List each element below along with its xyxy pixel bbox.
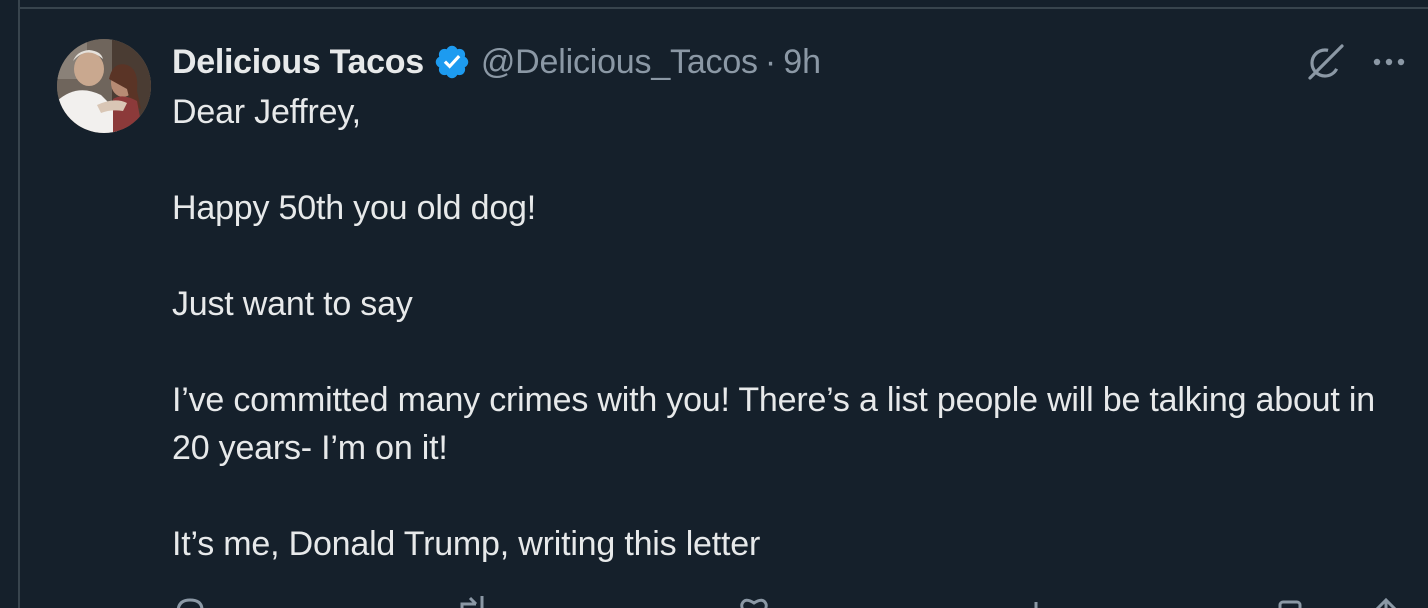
- repost-icon[interactable]: [454, 594, 490, 608]
- tweet-paragraph: It’s me, Donald Trump, writing this lett…: [172, 525, 761, 563]
- grok-icon[interactable]: [1304, 40, 1348, 84]
- tweet-paragraph: Just want to say: [172, 285, 413, 323]
- more-options-icon[interactable]: [1369, 44, 1409, 80]
- author-display-name[interactable]: Delicious Tacos: [172, 43, 424, 82]
- bookmark-icon[interactable]: [1272, 594, 1308, 608]
- tweet-card[interactable]: Delicious Tacos @Delicious_Tacos · 9h De…: [0, 0, 1428, 608]
- timeline-border-left: [18, 0, 20, 608]
- tweet-body: Dear Jeffrey, Happy 50th you old dog! Ju…: [172, 88, 1392, 568]
- tweet-paragraph: Happy 50th you old dog!: [172, 189, 537, 227]
- author-handle[interactable]: @Delicious_Tacos: [481, 43, 758, 82]
- header-separator: ·: [764, 42, 777, 81]
- tweet-paragraph: I’ve committed many crimes with you! The…: [172, 381, 1375, 467]
- share-icon[interactable]: [1368, 594, 1404, 608]
- like-icon[interactable]: [736, 594, 772, 608]
- timeline-divider: [18, 7, 1428, 9]
- verified-badge-icon[interactable]: [433, 43, 471, 81]
- tweet-timestamp[interactable]: 9h: [783, 43, 821, 82]
- tweet-header: Delicious Tacos @Delicious_Tacos · 9h: [172, 38, 821, 86]
- avatar[interactable]: [57, 39, 151, 133]
- tweet-paragraph: Dear Jeffrey,: [172, 93, 361, 131]
- tweet-action-bar: [172, 594, 1412, 608]
- views-icon[interactable]: [1018, 594, 1054, 608]
- reply-icon[interactable]: [172, 594, 208, 608]
